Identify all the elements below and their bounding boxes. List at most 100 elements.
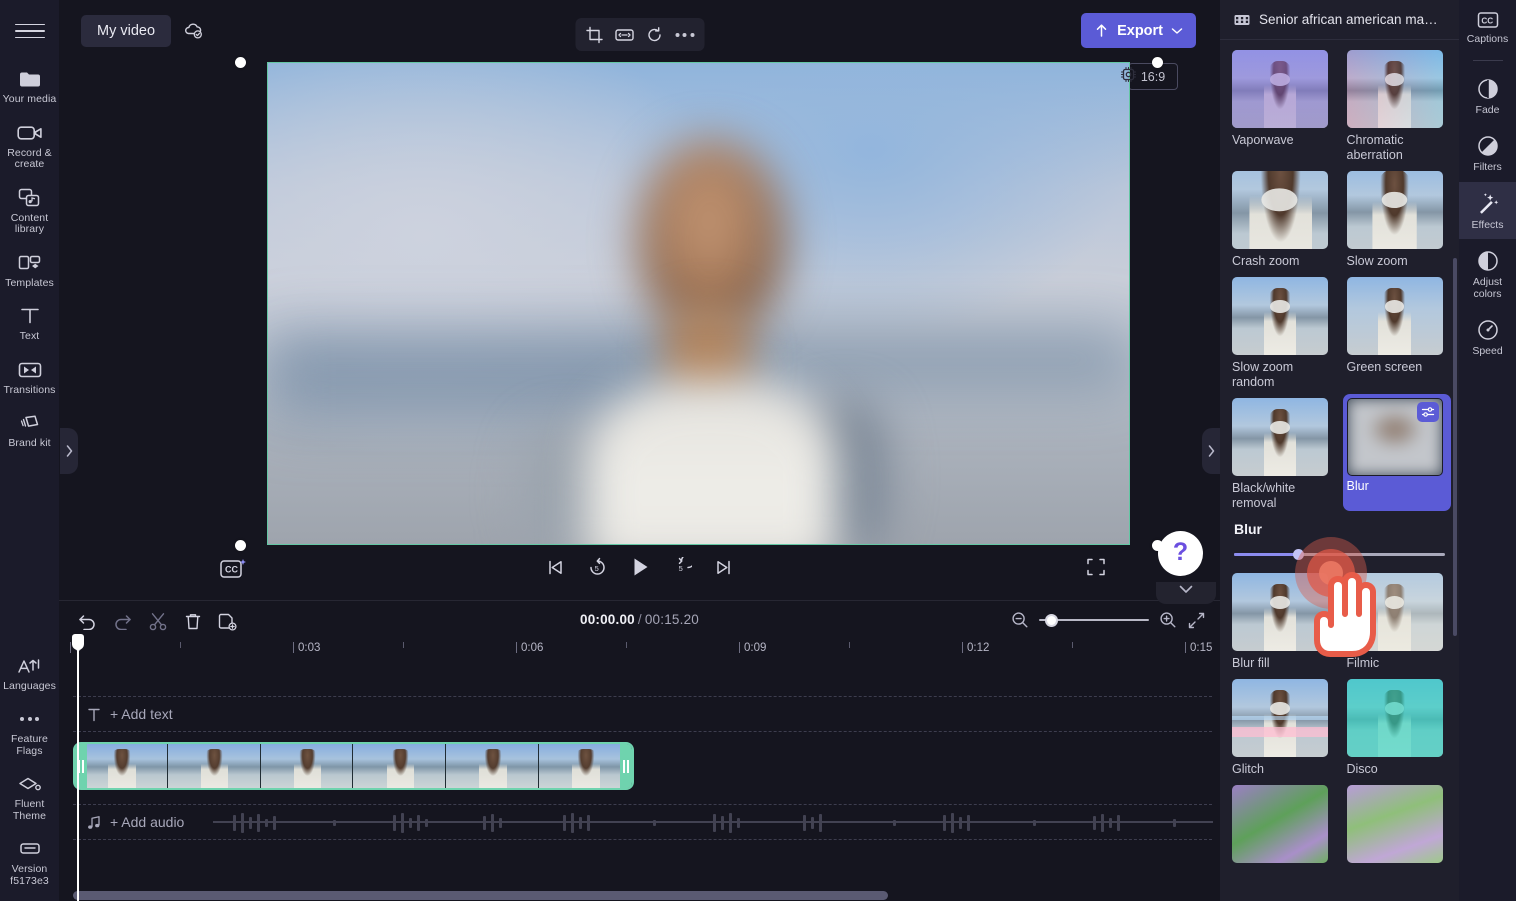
effect-card-blur-fill[interactable]: Blur fill <box>1232 573 1333 671</box>
ellipsis-icon[interactable] <box>671 21 698 48</box>
redo-icon[interactable] <box>110 609 135 634</box>
sidebar-item-version[interactable]: Version f5173e3 <box>0 830 59 893</box>
tool-fade[interactable]: Fade <box>1459 67 1516 125</box>
scissors-icon[interactable] <box>145 609 170 634</box>
tool-captions[interactable]: CC Captions <box>1459 0 1516 54</box>
brand-kit-icon <box>17 411 43 435</box>
effect-card-unlabeled-2[interactable] <box>1346 785 1448 868</box>
effect-card-filmic[interactable]: Filmic <box>1346 573 1448 671</box>
play-icon[interactable] <box>627 554 653 580</box>
speed-gauge-icon <box>1476 318 1500 342</box>
project-title-input[interactable]: My video <box>81 15 172 47</box>
skip-to-end-icon[interactable] <box>711 554 737 580</box>
resize-handle-top-right[interactable] <box>1151 56 1163 68</box>
sidebar-item-templates[interactable]: Templates <box>0 244 59 296</box>
effect-card-slow-zoom[interactable]: Slow zoom <box>1346 171 1448 269</box>
right-panel-collapse-toggle[interactable] <box>1202 428 1220 474</box>
zoom-in-icon[interactable] <box>1159 611 1177 629</box>
clip-frame <box>446 744 540 788</box>
zoom-slider-knob[interactable] <box>1045 613 1058 627</box>
blur-slider-knob[interactable] <box>1293 549 1305 560</box>
sliders-icon[interactable] <box>1416 402 1439 422</box>
effect-card-disco[interactable]: Disco <box>1346 679 1448 777</box>
video-clip[interactable] <box>73 742 634 790</box>
skip-to-start-icon[interactable] <box>543 554 569 580</box>
effect-label: Green screen <box>1346 360 1423 374</box>
tool-speed[interactable]: Speed <box>1459 308 1516 366</box>
effect-card-blur[interactable]: Blur <box>1342 394 1451 511</box>
effect-card-chromatic-aberration[interactable]: Chromatic aberration <box>1346 50 1448 163</box>
crop-icon[interactable] <box>581 21 608 48</box>
forward-5s-icon[interactable]: 5 <box>669 554 695 580</box>
left-rail-bottom: Languages Feature Flags Fluent Theme Ver… <box>0 647 59 896</box>
tool-filters[interactable]: Filters <box>1459 124 1516 182</box>
sidebar-item-your-media[interactable]: Your media <box>0 60 59 112</box>
left-panel-expand-toggle[interactable] <box>60 428 78 474</box>
trash-icon[interactable] <box>180 609 205 634</box>
cc-sparkle-icon[interactable]: CC <box>219 556 249 582</box>
clip-frame <box>353 744 447 788</box>
sidebar-item-transitions[interactable]: Transitions <box>0 351 59 403</box>
video-track <box>66 742 1220 798</box>
add-audio-track[interactable]: + Add audio <box>73 804 1213 840</box>
zoom-out-icon[interactable] <box>1011 611 1029 629</box>
sidebar-label: Content library <box>10 211 49 235</box>
effect-label: Vaporwave <box>1232 133 1294 147</box>
blur-slider[interactable] <box>1234 549 1445 560</box>
timeline-panel: 00:00.00/00:15.20 0 0 <box>59 600 1220 901</box>
video-camera-icon <box>16 121 43 145</box>
content-library-icon <box>17 186 43 210</box>
clip-trim-handle-right[interactable] <box>620 744 632 788</box>
clip-settings-gear-icon[interactable] <box>1119 65 1138 84</box>
video-preview[interactable] <box>267 62 1130 545</box>
fit-icon[interactable] <box>611 21 638 48</box>
add-text-track[interactable]: + Add text <box>73 696 1212 732</box>
rail-divider <box>1472 59 1503 61</box>
effect-card-green-screen[interactable]: Green screen <box>1346 277 1448 390</box>
sidebar-item-text[interactable]: Text <box>0 297 59 349</box>
sidebar-item-brand-kit[interactable]: Brand kit <box>0 404 59 456</box>
svg-text:5: 5 <box>595 564 599 573</box>
sidebar-item-content-library[interactable]: Content library <box>0 179 59 242</box>
timeline-ruler[interactable]: 0 0:03 0:06 0:09 0:12 0:15 0:18 0:21 0:2… <box>66 640 1220 670</box>
rotate-icon[interactable] <box>641 21 668 48</box>
audio-waveform <box>213 813 1213 833</box>
tool-adjust-colors[interactable]: Adjust colors <box>1459 239 1516 308</box>
transitions-icon <box>17 358 43 382</box>
sidebar-item-languages[interactable]: Languages <box>0 647 59 699</box>
rewind-5s-icon[interactable]: 5 <box>585 554 611 580</box>
sidebar-item-fluent-theme[interactable]: Fluent Theme <box>0 765 59 828</box>
effect-thumbnail <box>1346 573 1443 651</box>
sidebar-item-feature-flags[interactable]: Feature Flags <box>0 700 59 763</box>
export-button[interactable]: Export <box>1081 13 1196 48</box>
adjust-colors-icon <box>1476 249 1500 273</box>
playhead-grip[interactable] <box>72 634 84 650</box>
timeline-collapse-chevron[interactable] <box>1156 582 1216 604</box>
time-separator: / <box>637 612 642 627</box>
help-button[interactable]: ? <box>1158 531 1203 576</box>
timeline-zoom-slider[interactable] <box>1039 610 1149 630</box>
timeline-playhead[interactable] <box>72 634 84 901</box>
blur-control-section: Blur <box>1220 511 1459 571</box>
effect-label: Black/white removal <box>1232 481 1296 510</box>
resize-handle-top-left[interactable] <box>234 56 246 68</box>
undo-icon[interactable] <box>75 609 100 634</box>
effects-panel-header: Senior african american man sm... <box>1220 0 1459 40</box>
duplicate-icon[interactable] <box>215 609 240 634</box>
fullscreen-icon[interactable] <box>1086 557 1110 581</box>
effect-card-black-white-removal[interactable]: Black/white removal <box>1232 398 1333 511</box>
tool-effects[interactable]: Effects <box>1459 181 1516 239</box>
timeline-horizontal-scrollbar[interactable] <box>73 891 888 900</box>
cloud-saved-icon[interactable] <box>183 20 205 42</box>
effects-panel-scrollbar[interactable] <box>1452 258 1457 636</box>
effect-card-unlabeled-1[interactable] <box>1232 785 1333 868</box>
hamburger-menu-icon[interactable] <box>14 18 45 44</box>
fit-timeline-icon[interactable] <box>1187 611 1206 630</box>
effect-card-crash-zoom[interactable]: Crash zoom <box>1232 171 1333 269</box>
effect-card-vaporwave[interactable]: Vaporwave <box>1232 50 1333 163</box>
effect-card-slow-zoom-random[interactable]: Slow zoom random <box>1232 277 1333 390</box>
effect-label: Glitch <box>1232 762 1264 776</box>
music-note-icon <box>87 815 101 830</box>
effect-card-glitch[interactable]: Glitch <box>1232 679 1333 777</box>
sidebar-item-record-create[interactable]: Record & create <box>0 114 59 177</box>
